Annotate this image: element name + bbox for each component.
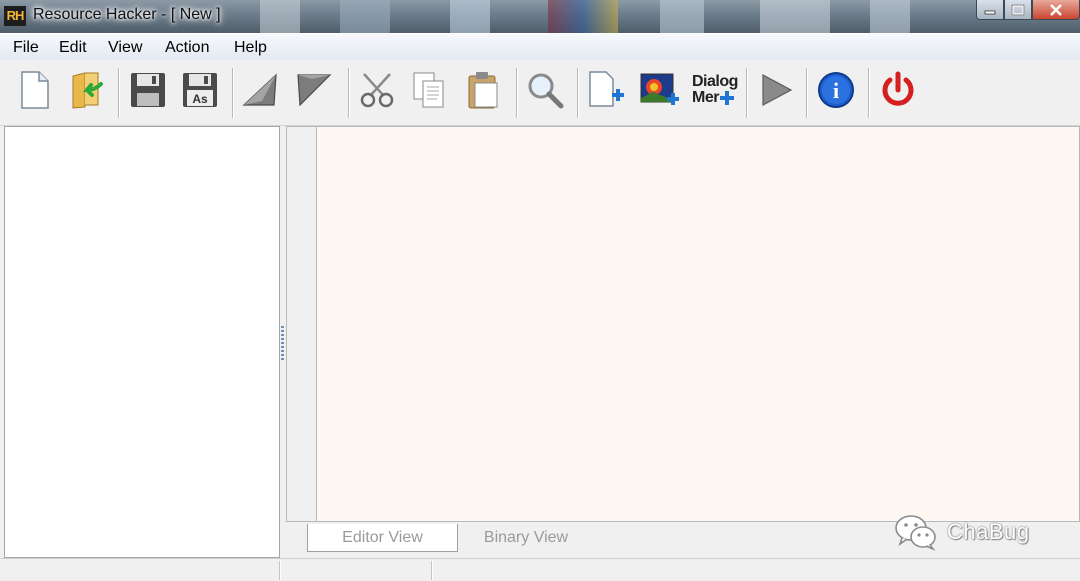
window-title: Resource Hacker - [ New ]: [33, 6, 221, 23]
save-as-icon: As: [183, 73, 217, 107]
toolbar-separator: [516, 68, 517, 118]
taskbar-thumbnail: [340, 0, 390, 33]
compile-icon: [242, 73, 277, 106]
plus-icon: [719, 91, 734, 105]
find-button[interactable]: [523, 68, 567, 112]
title-bar: RH Resource Hacker - [ New ]: [0, 0, 1080, 33]
cut-button[interactable]: [355, 68, 399, 112]
status-separator: [431, 561, 432, 580]
toolbar-separator: [118, 68, 119, 118]
open-file-button[interactable]: [64, 68, 108, 112]
dialog-menu-label-line1: Dialog: [692, 73, 738, 90]
copy-icon: [413, 72, 444, 108]
save-button[interactable]: [126, 68, 170, 112]
minimize-icon: [984, 10, 996, 14]
close-button[interactable]: [1032, 0, 1080, 20]
cut-icon: [360, 73, 394, 108]
power-icon: [882, 71, 914, 106]
run-button[interactable]: [754, 68, 798, 112]
toolbar-separator: [806, 68, 807, 118]
status-bar: [0, 558, 1080, 581]
watermark-text: ChaBug: [947, 519, 1030, 544]
compile-button[interactable]: [238, 68, 282, 112]
menu-action[interactable]: Action: [165, 38, 209, 58]
dialog-menu-button[interactable]: Dialog Mer: [692, 68, 740, 112]
info-icon: i: [818, 72, 854, 108]
add-resource-button[interactable]: [584, 68, 628, 112]
taskbar-thumbnail: [870, 0, 910, 33]
toolbar-separator: [577, 68, 578, 118]
tab-editor-view[interactable]: Editor View: [307, 524, 458, 552]
run-icon: [762, 73, 793, 107]
compare-button[interactable]: [292, 68, 336, 112]
taskbar-thumbnail: [450, 0, 490, 33]
menu-help[interactable]: Help: [234, 38, 267, 58]
restore-icon: [1011, 3, 1025, 16]
taskbar-thumbnail: [760, 0, 830, 33]
save-icon: [131, 73, 165, 107]
add-image-icon: [640, 73, 679, 105]
info-button[interactable]: i: [814, 68, 858, 112]
add-resource-icon: [589, 71, 624, 107]
tab-binary-view[interactable]: Binary View: [466, 524, 586, 552]
status-separator: [279, 561, 280, 580]
toolbar-separator: [232, 68, 233, 118]
editor-area[interactable]: [317, 126, 1080, 522]
menu-file[interactable]: File: [13, 38, 39, 58]
watermark: ChaBug: [893, 512, 1030, 552]
save-as-button[interactable]: As: [178, 68, 222, 112]
close-icon: [1050, 3, 1062, 16]
toolbar-separator: [348, 68, 349, 118]
paste-icon: [468, 72, 498, 109]
splitter-grip-icon: [281, 326, 284, 362]
menu-edit[interactable]: Edit: [59, 38, 87, 58]
toolbar-separator: [746, 68, 747, 118]
find-icon: [528, 73, 564, 109]
window-controls: [976, 0, 1080, 20]
taskbar-thumbnail: [660, 0, 704, 33]
copy-button[interactable]: [407, 68, 451, 112]
minimize-button[interactable]: [976, 0, 1004, 20]
new-file-button[interactable]: [12, 68, 56, 112]
resource-tree[interactable]: [4, 126, 280, 558]
save-as-label: As: [192, 92, 208, 106]
taskbar-thumbnail: [548, 0, 618, 33]
add-image-button[interactable]: [638, 68, 682, 112]
open-file-icon: [72, 72, 103, 109]
restore-button[interactable]: [1004, 0, 1032, 20]
dialog-menu-label-line2: Mer: [692, 89, 719, 106]
taskbar-thumbnail: [260, 0, 300, 33]
menu-view[interactable]: View: [108, 38, 142, 58]
new-file-icon: [21, 71, 49, 109]
editor-line-gutter: [286, 126, 317, 522]
menu-bar: File Edit View Action Help: [0, 33, 1080, 60]
paste-button[interactable]: [461, 68, 505, 112]
compare-icon: [297, 74, 332, 107]
exit-button[interactable]: [876, 68, 920, 112]
toolbar: As Dialog Mer i: [0, 60, 1080, 126]
toolbar-separator: [868, 68, 869, 118]
app-logo-icon: RH: [4, 6, 26, 26]
info-glyph: i: [833, 78, 839, 103]
wechat-icon: [895, 515, 936, 551]
